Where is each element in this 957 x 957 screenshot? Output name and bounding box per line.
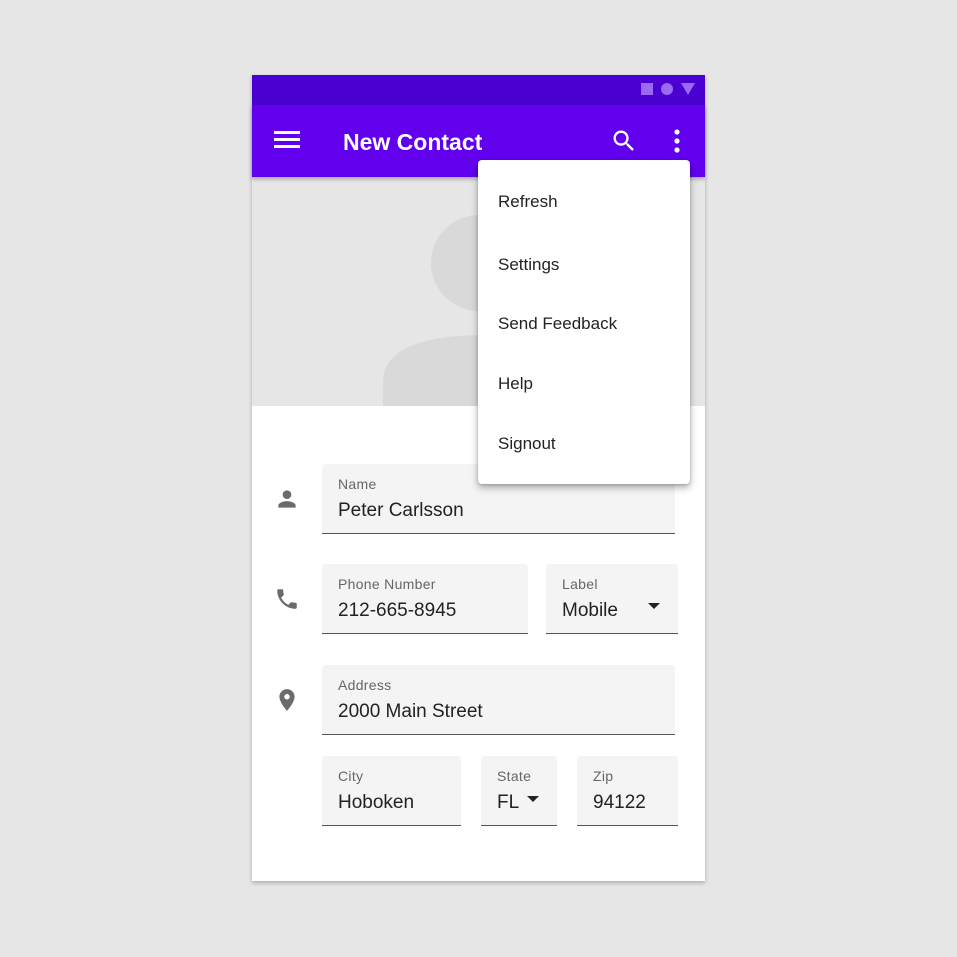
address-value: 2000 Main Street	[338, 701, 483, 722]
city-value: Hoboken	[338, 792, 415, 813]
more-vert-icon[interactable]	[666, 127, 688, 155]
phone-label-value: Mobile	[562, 600, 618, 621]
status-bar	[252, 75, 705, 105]
menu-item-send-feedback[interactable]: Send Feedback	[478, 294, 690, 354]
address-label: Address	[338, 677, 392, 693]
state-select[interactable]: State FL	[481, 756, 557, 826]
hamburger-menu-icon[interactable]	[274, 131, 300, 151]
phone-number-label: Phone Number	[338, 576, 436, 592]
phone-label-label: Label	[562, 576, 598, 592]
dropdown-arrow-icon	[527, 796, 539, 802]
phone-label-select[interactable]: Label Mobile	[546, 564, 678, 634]
state-label: State	[497, 768, 532, 784]
zip-field[interactable]: Zip 94122	[577, 756, 678, 826]
triangle-icon	[681, 83, 695, 95]
circle-icon	[661, 83, 673, 95]
zip-value: 94122	[593, 792, 646, 813]
phone-number-value: 212-665-8945	[338, 600, 457, 621]
page-title: New Contact	[343, 129, 483, 155]
state-value: FL	[497, 792, 520, 813]
person-icon	[278, 490, 296, 508]
menu-item-help[interactable]: Help	[478, 354, 690, 414]
zip-label: Zip	[593, 768, 614, 784]
menu-item-settings[interactable]: Settings	[478, 235, 690, 295]
menu-item-signout[interactable]: Signout	[478, 414, 690, 474]
address-field[interactable]: Address 2000 Main Street	[322, 665, 675, 735]
search-icon[interactable]	[610, 127, 638, 155]
phone-number-field[interactable]: Phone Number 212-665-8945	[322, 564, 528, 634]
phone-icon	[277, 589, 297, 609]
city-field[interactable]: City Hoboken	[322, 756, 461, 826]
name-label: Name	[338, 476, 377, 492]
city-label: City	[338, 768, 364, 784]
name-value: Peter Carlsson	[338, 500, 464, 521]
overflow-menu: Refresh Settings Send Feedback Help Sign…	[478, 160, 690, 484]
dropdown-arrow-icon	[648, 603, 660, 609]
location-pin-icon	[279, 689, 295, 711]
menu-item-refresh[interactable]: Refresh	[478, 172, 690, 232]
square-icon	[641, 83, 653, 95]
